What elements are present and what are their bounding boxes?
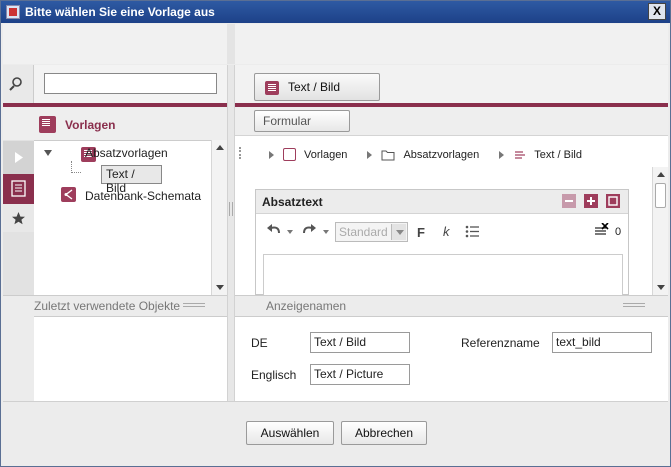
- template-tree: [34, 140, 211, 295]
- recent-resize-grip[interactable]: [183, 303, 205, 307]
- column-splitter-top[interactable]: [227, 24, 235, 64]
- de-label: DE: [251, 336, 268, 350]
- search-icon[interactable]: [3, 65, 34, 103]
- add-icon[interactable]: [584, 194, 598, 208]
- splitter-grip[interactable]: [229, 202, 233, 216]
- italic-button[interactable]: k: [443, 224, 450, 239]
- bold-button[interactable]: F: [417, 225, 425, 240]
- style-select-value: Standard: [339, 225, 388, 239]
- expand-icon[interactable]: [3, 141, 34, 174]
- nav-title: Vorlagen: [65, 118, 116, 132]
- maximize-icon[interactable]: [606, 194, 620, 208]
- tree-connector: [71, 161, 81, 173]
- undo-dropdown-icon[interactable]: [287, 230, 293, 234]
- column-splitter[interactable]: [227, 65, 235, 401]
- tree-item-datenbank-schemata[interactable]: Datenbank-Schemata: [85, 189, 201, 203]
- close-button[interactable]: X: [648, 3, 666, 20]
- text-editor-area[interactable]: [263, 254, 623, 295]
- template-root-icon: [283, 148, 296, 161]
- names-title: Anzeigenamen: [266, 299, 347, 313]
- breadcrumb-item-absatzvorlagen[interactable]: Absatzvorlagen: [403, 149, 479, 161]
- recent-strip: [3, 316, 34, 401]
- dialog-window: Bitte wählen Sie eine Vorlage aus X Text…: [0, 0, 671, 467]
- templates-header-icon: [39, 116, 56, 133]
- names-panel: [235, 316, 668, 401]
- redo-icon[interactable]: [301, 224, 317, 241]
- template-icon: [265, 81, 279, 95]
- search-input[interactable]: [44, 73, 217, 94]
- chevron-down-icon[interactable]: [391, 224, 406, 240]
- list-icon[interactable]: [465, 225, 479, 241]
- redo-dropdown-icon[interactable]: [323, 230, 329, 234]
- names-resize-grip[interactable]: [623, 303, 645, 307]
- database-schema-icon: [61, 187, 76, 202]
- recent-title: Zuletzt verwendete Objekte: [34, 299, 181, 313]
- select-button[interactable]: Auswählen: [246, 421, 334, 445]
- undo-icon[interactable]: [266, 224, 282, 241]
- ref-label: Referenzname: [461, 336, 540, 350]
- top-band: [3, 24, 668, 64]
- favorites-star-icon[interactable]: [3, 204, 34, 232]
- subtab-formular[interactable]: Formular: [254, 110, 350, 132]
- app-icon: [6, 5, 20, 19]
- ref-field[interactable]: text_bild: [552, 332, 652, 353]
- tree-collapse-icon[interactable]: [44, 150, 52, 156]
- form-scrollbar[interactable]: [652, 167, 668, 295]
- tab-text-bild-label: Text / Bild: [288, 80, 341, 94]
- button-bar: [3, 401, 668, 466]
- de-field[interactable]: Text / Bild: [310, 332, 410, 353]
- en-field[interactable]: Text / Picture: [310, 364, 410, 385]
- tab-text-bild[interactable]: Text / Bild: [254, 73, 380, 101]
- scroll-up-icon[interactable]: [216, 145, 224, 150]
- en-label: Englisch: [251, 368, 297, 382]
- tree-item-text-bild[interactable]: Text / Bild: [101, 165, 162, 195]
- style-select[interactable]: Standard: [335, 222, 408, 242]
- collapse-icon[interactable]: [562, 194, 576, 208]
- breadcrumb-item-vorlagen[interactable]: Vorlagen: [304, 149, 347, 161]
- cancel-button[interactable]: Abbrechen: [341, 421, 427, 445]
- templates-tab-icon[interactable]: [3, 174, 34, 204]
- paragraph-template-icon: [515, 150, 526, 159]
- breadcrumb: Vorlagen Absatzvorlagen Text / Bild: [260, 148, 582, 161]
- editor-title: Absatztext: [262, 195, 323, 209]
- window-title: Bitte wählen Sie eine Vorlage aus: [25, 5, 215, 19]
- tree-item-absatzvorlagen[interactable]: Absatzvorlagen: [85, 146, 168, 160]
- breadcrumb-grip: [239, 147, 247, 159]
- title-bar: Bitte wählen Sie eine Vorlage aus X: [1, 1, 670, 23]
- scroll-down-icon[interactable]: [657, 285, 665, 290]
- scroll-down-icon[interactable]: [216, 285, 224, 290]
- scroll-thumb[interactable]: [655, 183, 666, 208]
- breadcrumb-item-text-bild[interactable]: Text / Bild: [534, 149, 582, 161]
- folder-icon: [381, 150, 395, 160]
- tree-scrollbar[interactable]: [211, 140, 227, 295]
- change-counter: 0: [615, 226, 622, 238]
- recent-list: [34, 316, 227, 401]
- remove-format-icon[interactable]: [594, 222, 609, 241]
- scroll-up-icon[interactable]: [657, 172, 665, 177]
